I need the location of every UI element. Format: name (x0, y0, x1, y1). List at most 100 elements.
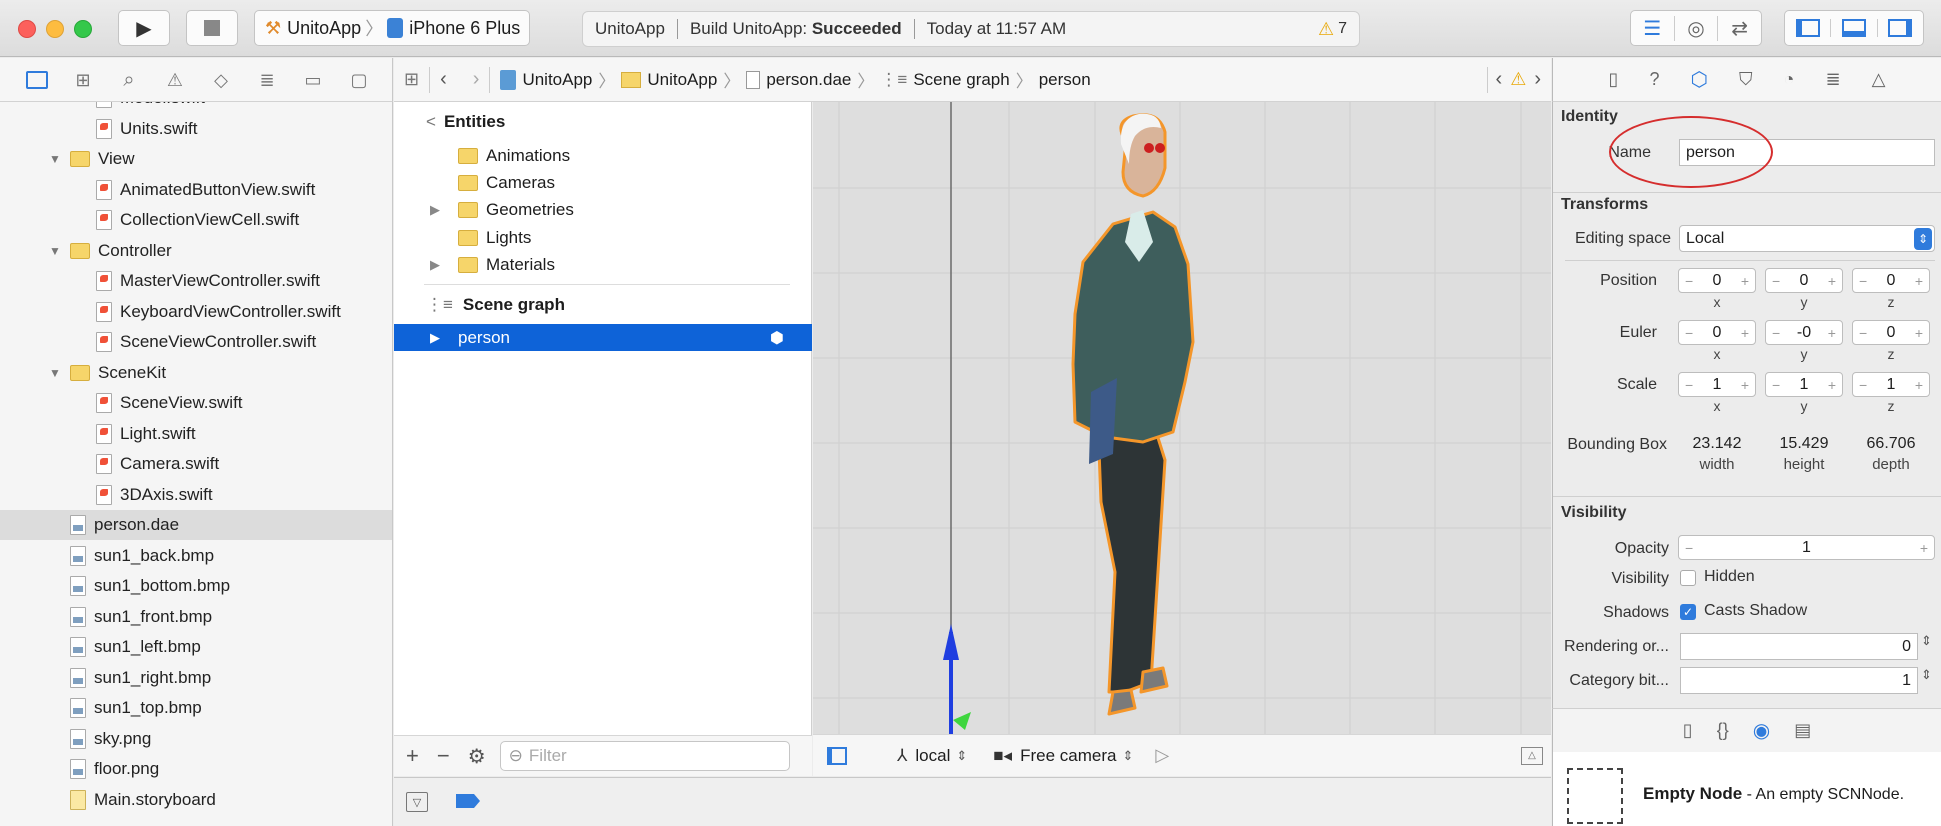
camera-popup[interactable]: Free camera (1020, 746, 1116, 766)
scheme-selector[interactable]: ⚒ UnitoApp 〉 iPhone 6 Plus (254, 10, 530, 46)
forward-arrow-icon[interactable]: › (473, 68, 480, 91)
play-animation-icon[interactable]: ▷ (1155, 745, 1169, 766)
navigator-file[interactable]: sun1_bottom.bmp (0, 571, 392, 601)
navigator-file[interactable]: Units.swift (0, 114, 392, 144)
navigator-file[interactable]: SceneViewController.swift (0, 327, 392, 357)
disclosure-triangle-icon[interactable]: ▶ (430, 257, 458, 273)
navigator-file[interactable]: sun1_left.bmp (0, 632, 392, 662)
navigator-file[interactable]: MasterViewController.swift (0, 266, 392, 296)
navigator-file[interactable]: sun1_top.bmp (0, 693, 392, 723)
navigator-file[interactable]: AnimatedButtonView.swift (0, 175, 392, 205)
navigator-file[interactable]: sun1_front.bmp (0, 602, 392, 632)
stop-button[interactable] (186, 10, 238, 46)
navigator-file[interactable]: floor.png (0, 754, 392, 784)
navigator-file[interactable]: person.dae (0, 510, 392, 540)
hidden-checkbox[interactable] (1680, 570, 1696, 586)
euler-x-stepper[interactable]: −0 + (1678, 320, 1756, 345)
navigator-file[interactable]: Model.swift (0, 102, 392, 113)
gear-icon[interactable]: ⚙ (468, 744, 486, 769)
find-navigator-icon[interactable]: ⌕ (114, 65, 144, 95)
hide-debug-icon[interactable]: ▽ (406, 792, 428, 812)
scale-y-stepper[interactable]: −1 + (1765, 372, 1843, 397)
next-issue-icon[interactable]: › (1534, 68, 1541, 91)
outline-toggle-icon[interactable] (827, 746, 847, 765)
debug-toggle-icon[interactable] (1830, 19, 1876, 37)
add-icon[interactable]: + (406, 743, 419, 769)
navigator-file[interactable]: CollectionViewCell.swift (0, 205, 392, 235)
navigator-file[interactable]: Main.storyboard (0, 785, 392, 815)
navigator-file[interactable]: KeyboardViewController.swift (0, 297, 392, 327)
breadcrumb-scene-graph[interactable]: Scene graph (913, 70, 1009, 90)
navigator-file[interactable]: sky.png (0, 724, 392, 754)
previous-issue-icon[interactable]: ‹ (1496, 68, 1503, 91)
minimize-window-button[interactable] (46, 20, 64, 38)
entity-geometries[interactable]: ▶ Geometries (394, 196, 812, 223)
navigator-file[interactable]: Light.swift (0, 419, 392, 449)
entity-cameras[interactable]: Cameras (394, 169, 812, 196)
scene-viewport[interactable] (813, 102, 1551, 734)
breadcrumb-file[interactable]: person.dae (766, 70, 851, 90)
scene-node-person[interactable]: ▶ person ⬢ (394, 324, 812, 351)
opacity-stepper[interactable]: −1 + (1678, 535, 1935, 560)
media-library-icon[interactable]: ▤ (1794, 720, 1811, 741)
casts-shadow-checkbox[interactable]: ✓ (1680, 604, 1696, 620)
euler-y-stepper[interactable]: − -0 + (1765, 320, 1843, 345)
stepper-arrows-icon[interactable]: ⇕ (1921, 667, 1932, 683)
navigator-group[interactable]: ▼ View (0, 144, 392, 174)
physics-inspector-icon[interactable]: ≣ (1825, 69, 1840, 90)
run-button[interactable]: ▶ (118, 10, 170, 46)
entity-lights[interactable]: Lights (394, 224, 812, 251)
inspector-toggle-icon[interactable] (1876, 19, 1923, 37)
scale-x-stepper[interactable]: −1 + (1678, 372, 1756, 397)
navigator-file[interactable]: Camera.swift (0, 449, 392, 479)
category-bitmask-field[interactable]: 1 (1680, 667, 1918, 694)
related-items-icon[interactable]: ⊞ (404, 69, 419, 90)
project-navigator-icon[interactable] (22, 65, 52, 95)
navigator-toggle-icon[interactable] (1785, 19, 1830, 37)
remove-icon[interactable]: − (437, 743, 450, 769)
version-editor-icon[interactable]: ⇄ (1717, 15, 1761, 41)
breadcrumb-group[interactable]: UnitoApp (647, 70, 717, 90)
warning-indicator[interactable]: ⚠ 7 (1318, 19, 1347, 40)
close-window-button[interactable] (18, 20, 36, 38)
file-template-icon[interactable]: ▯ (1683, 720, 1693, 741)
position-z-stepper[interactable]: −0 + (1852, 268, 1930, 293)
entity-materials[interactable]: ▶ Materials (394, 251, 812, 278)
disclosure-triangle-icon[interactable]: ▼ (48, 152, 62, 166)
code-snippet-icon[interactable]: {} (1717, 720, 1729, 741)
collapse-panel-icon[interactable]: △ (1521, 746, 1543, 765)
back-arrow-icon[interactable]: ‹ (440, 68, 447, 91)
euler-z-stepper[interactable]: −0 + (1852, 320, 1930, 345)
disclosure-triangle-icon[interactable]: ▼ (48, 244, 62, 258)
help-inspector-icon[interactable]: ? (1649, 69, 1659, 90)
coordinate-space-popup[interactable]: local (915, 746, 950, 766)
breadcrumb-node[interactable]: person (1039, 70, 1091, 90)
node-inspector-icon[interactable]: ⬡ (1691, 67, 1708, 92)
scene-inspector-icon[interactable]: △ (1872, 69, 1886, 90)
navigator-file[interactable]: 3DAxis.swift (0, 480, 392, 510)
debug-navigator-icon[interactable]: ≣ (252, 65, 282, 95)
disclosure-triangle-icon[interactable]: ▶ (430, 330, 458, 346)
disclosure-triangle-icon[interactable]: ▶ (430, 202, 458, 218)
navigator-group[interactable]: ▼ Controller (0, 236, 392, 266)
scale-z-stepper[interactable]: −1 + (1852, 372, 1930, 397)
test-navigator-icon[interactable]: ◇ (206, 65, 236, 95)
issue-navigator-icon[interactable]: ⚠ (160, 65, 190, 95)
breakpoints-toggle-icon[interactable] (456, 794, 480, 808)
navigator-group[interactable]: ▼ SceneKit (0, 358, 392, 388)
position-y-stepper[interactable]: −0 + (1765, 268, 1843, 293)
breakpoint-navigator-icon[interactable]: ▭ (298, 65, 328, 95)
material-inspector-icon[interactable]: ◔ (1784, 69, 1795, 90)
file-inspector-icon[interactable]: ▯ (1609, 69, 1619, 90)
stepper-arrows-icon[interactable]: ⇕ (1921, 633, 1932, 649)
entity-animations[interactable]: Animations (394, 142, 812, 169)
position-x-stepper[interactable]: −0 + (1678, 268, 1756, 293)
attributes-inspector-icon[interactable]: ⛉ (1739, 69, 1753, 90)
warning-icon[interactable]: ⚠ (1510, 69, 1526, 90)
navigator-file[interactable]: sun1_right.bmp (0, 663, 392, 693)
disclosure-triangle-icon[interactable]: ▼ (48, 366, 62, 380)
library-item-empty-node[interactable]: Empty Node - An empty SCNNode. (1643, 784, 1904, 804)
breadcrumb-project[interactable]: UnitoApp (522, 70, 592, 90)
standard-editor-icon[interactable]: ☰ (1631, 16, 1674, 41)
report-navigator-icon[interactable]: ▢ (344, 65, 374, 95)
